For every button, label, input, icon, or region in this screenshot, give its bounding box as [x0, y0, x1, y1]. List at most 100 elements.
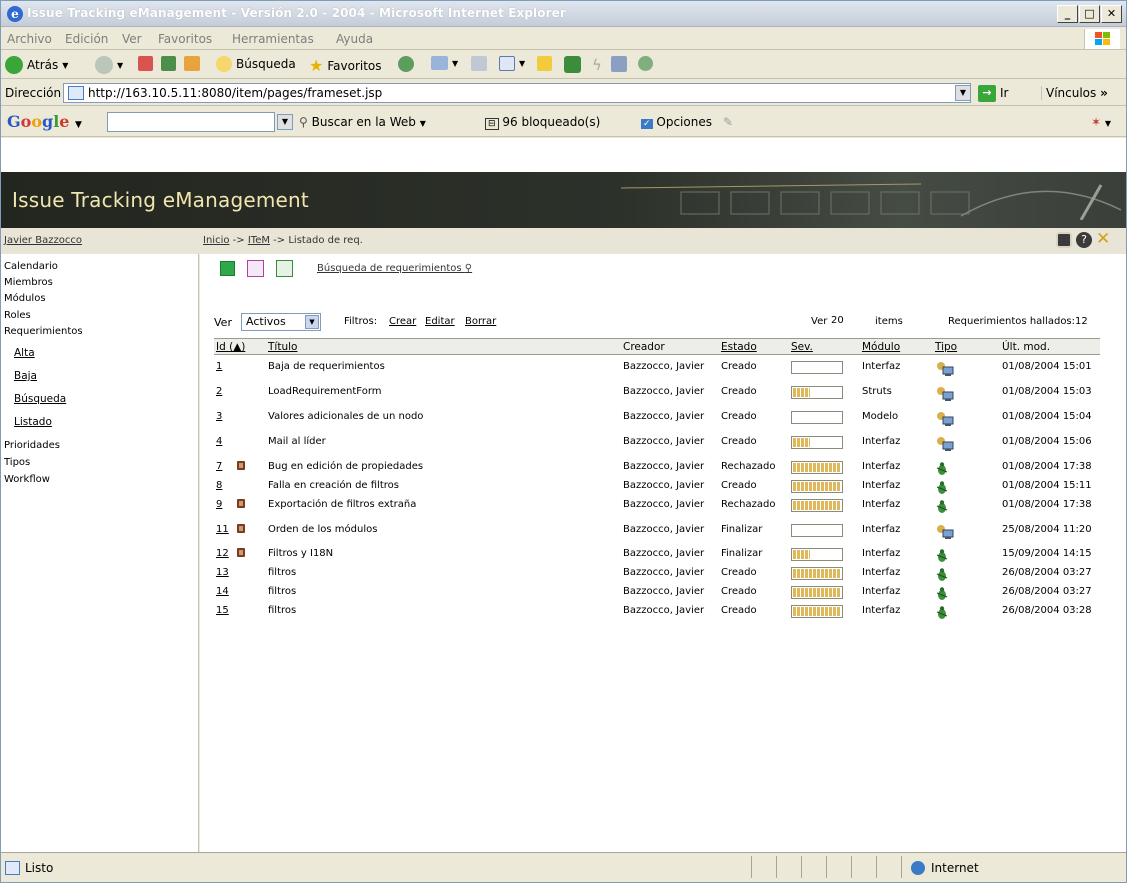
search-requirements-link[interactable]: Búsqueda de requerimientos ⚲: [317, 263, 472, 274]
menu-herramientas[interactable]: Herramientas: [232, 32, 314, 46]
menu-ver[interactable]: Ver: [122, 32, 142, 46]
popup-blocker-button[interactable]: ⊟ 96 bloqueado(s): [485, 115, 600, 130]
google-logo[interactable]: Google ▼: [7, 112, 82, 131]
row-id-link[interactable]: 14: [216, 586, 229, 597]
sidebar-item-prioridades[interactable]: Prioridades: [4, 440, 60, 451]
mail-button[interactable]: ▼: [431, 56, 458, 70]
favorites-button[interactable]: ★ Favoritos: [309, 56, 382, 75]
google-search-input[interactable]: [107, 112, 275, 132]
close-icon[interactable]: ✕: [1096, 231, 1112, 248]
table-row[interactable]: 2 LoadRequirementForm Bazzocco, Javier Crea…: [214, 382, 1100, 402]
breadcrumb-home[interactable]: Inicio: [203, 235, 229, 246]
refresh-button[interactable]: [161, 56, 176, 71]
address-input[interactable]: http://163.10.5.11:8080/item/pages/frame…: [63, 83, 971, 103]
row-id-link[interactable]: 11: [216, 524, 229, 535]
row-id-link[interactable]: 4: [216, 436, 222, 447]
highlight-icon[interactable]: ✎: [723, 115, 733, 129]
google-search-web-button[interactable]: ⚲ Buscar en la Web ▼: [299, 115, 426, 129]
sidebar-item-miembros[interactable]: Miembros: [4, 277, 53, 288]
links-label[interactable]: Vínculos »: [1041, 86, 1108, 100]
filter-editar-link[interactable]: Editar: [425, 316, 455, 327]
row-id-link[interactable]: 3: [216, 411, 222, 422]
sidebar-item-listado[interactable]: Listado: [14, 416, 52, 428]
links-tool-button[interactable]: [638, 56, 653, 71]
table-row[interactable]: 9 Exportación de filtros extraña Bazzocco,…: [214, 495, 1100, 515]
col-title[interactable]: Título: [268, 341, 297, 353]
home-button[interactable]: [184, 56, 200, 71]
table-row[interactable]: 8 Falla en creación de filtros Bazzocco, J…: [214, 476, 1100, 496]
excel-export-icon[interactable]: [276, 260, 293, 277]
forward-button[interactable]: ▼: [95, 56, 123, 74]
address-dropdown-button[interactable]: ▼: [955, 85, 971, 101]
col-id[interactable]: Id (▲): [216, 341, 245, 353]
row-id-link[interactable]: 15: [216, 605, 229, 616]
menu-favoritos[interactable]: Favoritos: [158, 32, 212, 46]
table-row[interactable]: 4 Mail al líder Bazzocco, Javier Creado Inte…: [214, 432, 1100, 452]
sidebar-item-requerimientos[interactable]: Requerimientos: [4, 326, 83, 337]
print-button[interactable]: [471, 56, 487, 71]
row-id-link[interactable]: 9: [216, 499, 222, 510]
go-arrow-icon[interactable]: →: [978, 85, 996, 102]
sidebar-item-modulos[interactable]: Módulos: [4, 293, 46, 304]
table-row[interactable]: 3 Valores adicionales de un nodo Bazzocco,…: [214, 407, 1100, 427]
back-button[interactable]: Atrás ▼: [5, 56, 68, 74]
go-button[interactable]: Ir: [1000, 86, 1008, 100]
user-link[interactable]: Javier Bazzocco: [4, 235, 82, 246]
sidebar-item-alta[interactable]: Alta: [14, 347, 35, 359]
table-row[interactable]: 11 Orden de los módulos Bazzocco, Javier Fi…: [214, 520, 1100, 540]
lightning-button[interactable]: ϟ: [592, 56, 602, 74]
filter-borrar-link[interactable]: Borrar: [465, 316, 496, 327]
table-row[interactable]: 7 Bug en edición de propiedades Bazzocco, …: [214, 457, 1100, 477]
folder-icon[interactable]: [1056, 232, 1072, 248]
sidebar-item-busqueda[interactable]: Búsqueda: [14, 393, 66, 405]
history-button[interactable]: [398, 56, 414, 72]
word-button[interactable]: ▼: [499, 56, 525, 71]
menu-archivo[interactable]: Archivo: [7, 32, 52, 46]
status-filter-select[interactable]: Activos ▼: [241, 313, 321, 331]
sidebar-item-baja[interactable]: Baja: [14, 370, 37, 382]
new-requirement-icon[interactable]: [220, 261, 235, 276]
pdf-export-icon[interactable]: [247, 260, 264, 277]
google-search-dropdown[interactable]: ▼: [277, 114, 293, 130]
filter-crear-link[interactable]: Crear: [389, 316, 416, 327]
table-row[interactable]: 1 Baja de requerimientos Bazzocco, Javier C…: [214, 357, 1100, 377]
col-creator[interactable]: Creador: [623, 341, 665, 353]
help-icon[interactable]: ?: [1076, 232, 1092, 248]
table-row[interactable]: 12 Filtros y I18N Bazzocco, Javier Finaliza…: [214, 544, 1100, 564]
row-id-link[interactable]: 8: [216, 480, 222, 491]
row-id-link[interactable]: 13: [216, 567, 229, 578]
col-state[interactable]: Estado: [721, 341, 757, 353]
menu-edicion[interactable]: Edición: [65, 32, 108, 46]
row-state: Creado: [721, 605, 757, 616]
translate-icon[interactable]: ✶ ▼: [1091, 115, 1111, 129]
row-title: filtros: [268, 586, 297, 597]
sidebar-item-workflow[interactable]: Workflow: [4, 474, 50, 485]
research-button[interactable]: [611, 56, 627, 72]
sidebar-item-calendario[interactable]: Calendario: [4, 261, 58, 272]
table-row[interactable]: 13 filtros Bazzocco, Javier Creado Interfaz 2…: [214, 563, 1100, 583]
pro-button[interactable]: [564, 56, 581, 73]
bug-icon: [936, 480, 954, 496]
col-severity[interactable]: Sev.: [791, 341, 813, 353]
col-module[interactable]: Módulo: [862, 341, 900, 353]
search-button[interactable]: Búsqueda: [216, 56, 296, 72]
stop-button[interactable]: [138, 56, 153, 71]
col-last-modified[interactable]: Últ. mod.: [1002, 341, 1050, 353]
items-per-page-input[interactable]: 20: [809, 313, 849, 330]
sidebar-item-roles[interactable]: Roles: [4, 310, 31, 321]
close-button[interactable]: ✕: [1101, 5, 1122, 23]
menu-ayuda[interactable]: Ayuda: [336, 32, 373, 46]
table-row[interactable]: 14 filtros Bazzocco, Javier Creado Interfaz 2…: [214, 582, 1100, 602]
google-options-button[interactable]: ✓ Opciones: [641, 115, 712, 129]
breadcrumb-item[interactable]: ITeM: [248, 235, 270, 246]
row-id-link[interactable]: 1: [216, 361, 222, 372]
row-id-link[interactable]: 12: [216, 548, 229, 559]
sidebar-item-tipos[interactable]: Tipos: [4, 457, 30, 468]
minimize-button[interactable]: _: [1057, 5, 1078, 23]
row-id-link[interactable]: 7: [216, 461, 222, 472]
row-id-link[interactable]: 2: [216, 386, 222, 397]
messenger-button[interactable]: [537, 56, 552, 71]
col-type[interactable]: Tipo: [935, 341, 957, 353]
table-row[interactable]: 15 filtros Bazzocco, Javier Creado Interfaz 2…: [214, 601, 1100, 621]
maximize-button[interactable]: □: [1079, 5, 1100, 23]
